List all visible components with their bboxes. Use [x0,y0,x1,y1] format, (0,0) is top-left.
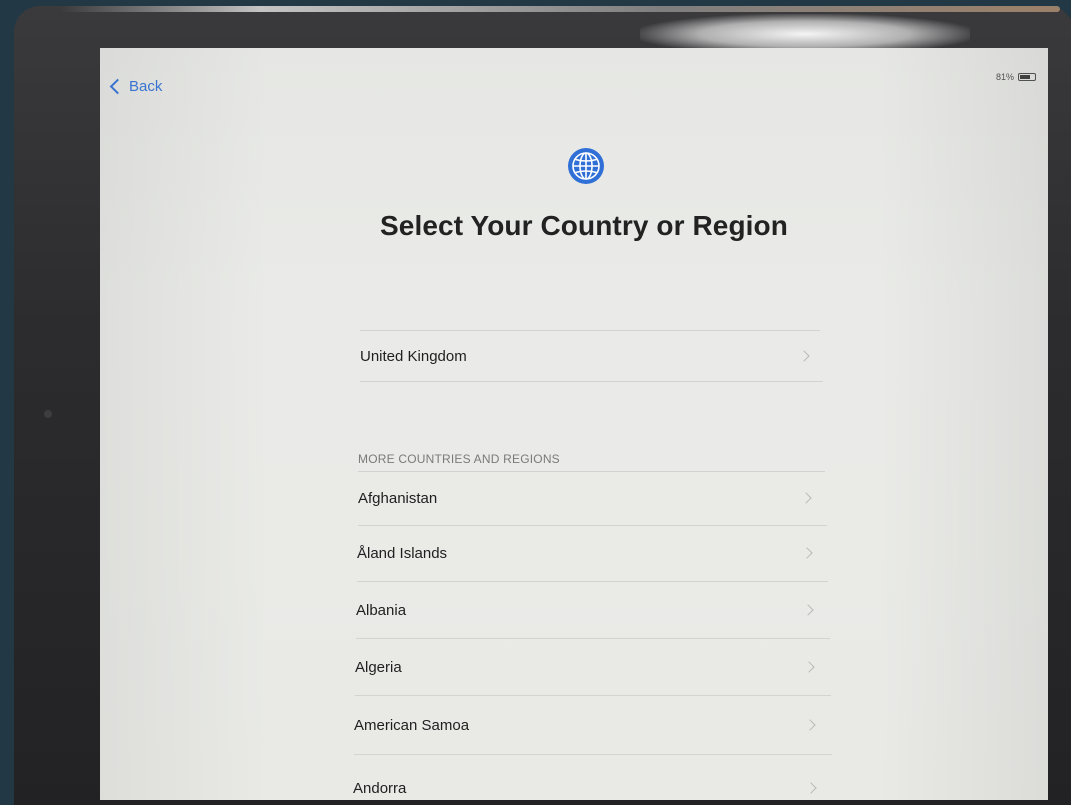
chevron-right-icon [803,661,815,673]
globe-icon [568,148,604,184]
bezel-sensor [44,410,52,418]
back-button-label: Back [129,78,163,95]
device-screen: Back 81% Select Your Country or Region U… [100,48,1048,800]
country-label: American Samoa [354,716,470,734]
country-label: Albania [356,601,407,619]
chevron-right-icon [805,782,817,794]
country-row-algeria[interactable]: Algeria [355,639,815,695]
country-label: Åland Islands [357,544,448,562]
chevron-right-icon [802,604,814,616]
country-row-american-samoa[interactable]: American Samoa [354,696,816,754]
country-label: Andorra [353,779,407,797]
country-label: United Kingdom [360,347,467,365]
status-bar: 81% [996,72,1036,82]
back-button[interactable]: Back [109,78,163,95]
edge-reflection [60,6,1060,12]
chevron-right-icon [798,350,810,362]
chevron-right-icon [804,719,816,731]
battery-percent: 81% [995,72,1014,82]
chevron-right-icon [801,547,813,559]
country-label: Afghanistan [358,489,438,507]
battery-icon [1018,73,1036,81]
country-row-andorra[interactable]: Andorra [353,772,817,800]
page-title: Select Your Country or Region [380,210,788,241]
chevron-left-icon [109,78,126,95]
chevron-right-icon [800,492,812,504]
section-header-more-countries: MORE COUNTRIES AND REGIONS [358,452,560,466]
divider [360,330,820,331]
country-row-afghanistan[interactable]: Afghanistan [358,472,812,524]
photo-scene: Back 81% Select Your Country or Region U… [0,0,1071,805]
divider [354,754,832,755]
country-label: Algeria [355,658,402,676]
country-row-aland-islands[interactable]: Åland Islands [357,526,813,580]
country-row-united-kingdom[interactable]: United Kingdom [360,332,810,380]
divider [360,381,823,382]
country-row-albania[interactable]: Albania [356,582,814,638]
